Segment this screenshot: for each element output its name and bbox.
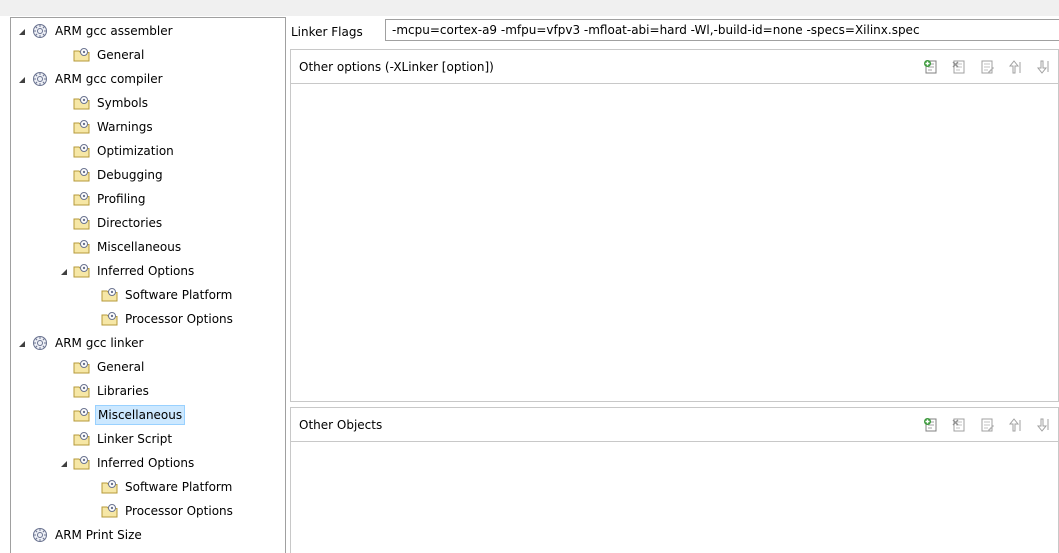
tree-node-label: Processor Options xyxy=(125,504,233,518)
add-icon[interactable] xyxy=(922,58,940,76)
tree-node-label: ARM gcc compiler xyxy=(55,72,163,86)
expand-arrow-icon[interactable] xyxy=(17,331,27,355)
category-icon xyxy=(101,286,119,304)
other-options-header: Other options (-XLinker [option]) xyxy=(291,50,1058,84)
tree-node-label: Miscellaneous xyxy=(97,240,182,254)
tree-node-label: ARM gcc assembler xyxy=(55,24,173,38)
tree-node-label: Directories xyxy=(97,216,163,230)
add-icon[interactable] xyxy=(922,416,940,434)
tree-node-linker-processor-options[interactable]: Processor Options xyxy=(101,499,235,523)
tree-node-arm-gcc-compiler[interactable]: ARM gcc compiler xyxy=(17,67,165,91)
tree-node-inferred-options[interactable]: Inferred Options xyxy=(59,259,196,283)
tree-node-miscellaneous[interactable]: Miscellaneous xyxy=(73,235,183,259)
tree-node-general[interactable]: General xyxy=(73,43,146,67)
other-options-toolbar xyxy=(922,58,1052,76)
tree-node-arm-print-size[interactable]: ARM Print Size xyxy=(31,523,144,547)
tree-node-label: Libraries xyxy=(97,384,149,398)
tree-node-label: Inferred Options xyxy=(97,264,195,278)
tree-node-label: Profiling xyxy=(97,192,146,206)
edit-icon[interactable] xyxy=(978,58,996,76)
tree-node-label: Software Platform xyxy=(125,480,233,494)
tree-node-label: Warnings xyxy=(97,120,153,134)
tree-node-arm-gcc-assembler[interactable]: ARM gcc assembler xyxy=(17,19,175,43)
tree-node-label: ARM Print Size xyxy=(55,528,142,542)
category-icon xyxy=(73,118,91,136)
tree-node-label: General xyxy=(97,360,145,374)
category-icon xyxy=(73,358,91,376)
expand-arrow-icon[interactable] xyxy=(17,19,27,43)
tree-node-linker-general[interactable]: General xyxy=(73,355,146,379)
tree-node-label: Software Platform xyxy=(125,288,233,302)
delete-icon[interactable] xyxy=(950,58,968,76)
category-icon xyxy=(73,94,91,112)
other-objects-title: Other Objects xyxy=(299,418,383,432)
category-icon xyxy=(73,214,91,232)
linker-flags-label: Linker Flags xyxy=(291,25,363,39)
tree-node-linker-inferred-options[interactable]: Inferred Options xyxy=(59,451,196,475)
tree-node-optimization[interactable]: Optimization xyxy=(73,139,176,163)
delete-icon[interactable] xyxy=(950,416,968,434)
settings-panel: Linker Flags -mcpu=cortex-a9 -mfpu=vfpv3… xyxy=(288,17,1059,553)
tree-node-libraries[interactable]: Libraries xyxy=(73,379,151,403)
tool-icon xyxy=(31,22,49,40)
tree-node-arm-gcc-linker[interactable]: ARM gcc linker xyxy=(17,331,145,355)
tree-node-label: Processor Options xyxy=(125,312,233,326)
other-objects-toolbar xyxy=(922,416,1052,434)
other-options-title: Other options (-XLinker [option]) xyxy=(299,60,494,74)
tree-node-label: ARM gcc linker xyxy=(55,336,144,350)
tree-node-label: Miscellaneous xyxy=(95,405,186,425)
tree-node-directories[interactable]: Directories xyxy=(73,211,164,235)
category-icon xyxy=(73,166,91,184)
tree-node-processor-options[interactable]: Processor Options xyxy=(101,307,235,331)
tree-node-label: Linker Script xyxy=(97,432,173,446)
tree-node-label: Optimization xyxy=(97,144,174,158)
other-options-list[interactable] xyxy=(291,84,1058,401)
move-up-icon[interactable] xyxy=(1006,416,1024,434)
category-icon xyxy=(73,142,91,160)
category-icon xyxy=(101,310,119,328)
move-down-icon[interactable] xyxy=(1034,416,1052,434)
tree-node-symbols[interactable]: Symbols xyxy=(73,91,150,115)
move-up-icon[interactable] xyxy=(1006,58,1024,76)
tool-icon xyxy=(31,526,49,544)
tree-node-debugging[interactable]: Debugging xyxy=(73,163,165,187)
other-options-section: Other options (-XLinker [option]) xyxy=(290,49,1059,402)
top-strip xyxy=(0,0,1059,16)
settings-tree[interactable]: ARM gcc assembler General ARM gcc compil… xyxy=(10,17,286,553)
category-icon xyxy=(101,502,119,520)
category-icon xyxy=(73,430,91,448)
tool-icon xyxy=(31,70,49,88)
expand-arrow-icon[interactable] xyxy=(59,259,69,283)
other-objects-header: Other Objects xyxy=(291,408,1058,442)
expand-arrow-icon[interactable] xyxy=(17,67,27,91)
tree-node-label: Inferred Options xyxy=(97,456,195,470)
category-icon xyxy=(73,382,91,400)
other-objects-section: Other Objects xyxy=(290,407,1059,553)
expand-arrow-icon[interactable] xyxy=(59,451,69,475)
category-icon xyxy=(73,238,91,256)
linker-flags-field[interactable]: -mcpu=cortex-a9 -mfpu=vfpv3 -mfloat-abi=… xyxy=(385,19,1059,41)
edit-icon[interactable] xyxy=(978,416,996,434)
tree-node-warnings[interactable]: Warnings xyxy=(73,115,155,139)
tree-node-label: Debugging xyxy=(97,168,163,182)
tree-node-profiling[interactable]: Profiling xyxy=(73,187,148,211)
category-icon xyxy=(101,478,119,496)
tree-node-linker-software-platform[interactable]: Software Platform xyxy=(101,475,234,499)
tree-node-label: Symbols xyxy=(97,96,148,110)
category-icon xyxy=(73,262,91,280)
category-icon xyxy=(73,406,91,424)
move-down-icon[interactable] xyxy=(1034,58,1052,76)
tool-icon xyxy=(31,334,49,352)
tree-node-linker-script[interactable]: Linker Script xyxy=(73,427,174,451)
category-icon xyxy=(73,454,91,472)
tree-node-linker-miscellaneous[interactable]: Miscellaneous xyxy=(73,403,186,427)
tree-node-software-platform[interactable]: Software Platform xyxy=(101,283,234,307)
tree-node-label: General xyxy=(97,48,145,62)
other-objects-list[interactable] xyxy=(291,442,1058,553)
category-icon xyxy=(73,46,91,64)
category-icon xyxy=(73,190,91,208)
